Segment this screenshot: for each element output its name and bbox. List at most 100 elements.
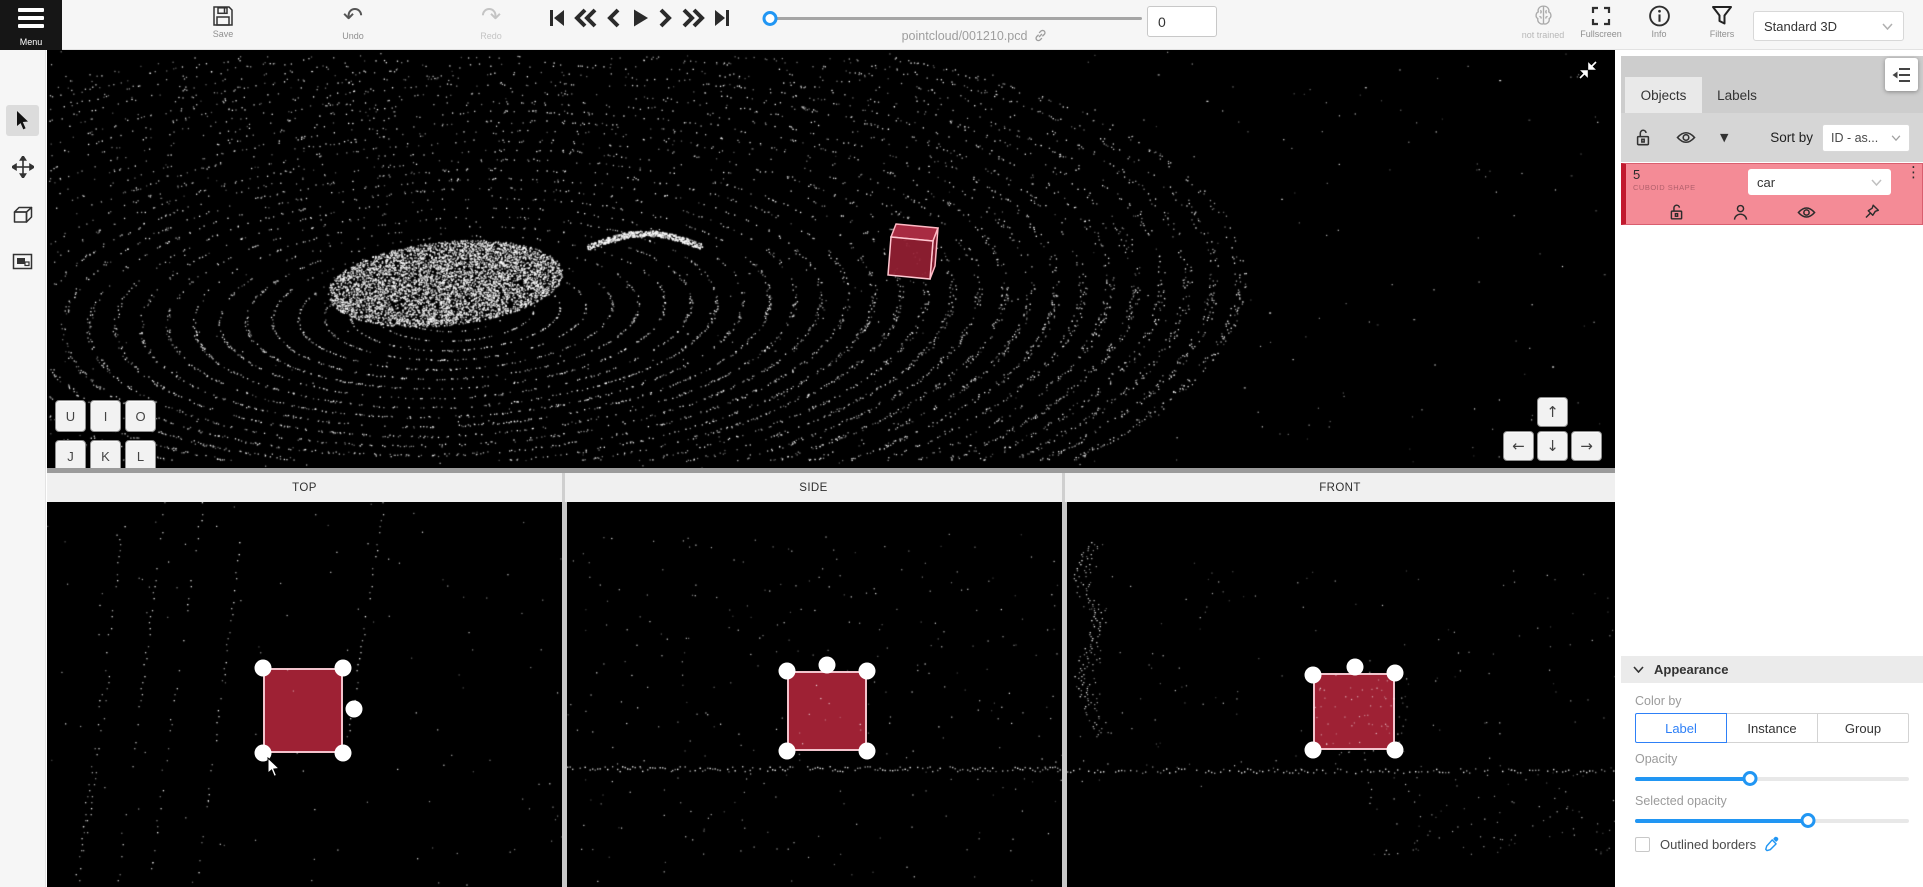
tab-labels[interactable]: Labels <box>1706 77 1768 113</box>
resize-handle[interactable] <box>335 745 352 762</box>
object-card[interactable]: 5 CUBOID SHAPE car ⋮ <box>1621 163 1923 225</box>
resize-handle[interactable] <box>819 657 836 674</box>
color-by-option-label[interactable]: Label <box>1635 713 1727 743</box>
visibility-all-button[interactable] <box>1676 130 1696 145</box>
cuboid-3d-annotation[interactable] <box>47 50 1615 468</box>
resize-handle[interactable] <box>779 743 796 760</box>
main-3d-view[interactable]: U I O J K L ↑ ← ↓ → <box>47 50 1615 468</box>
fullscreen-button[interactable]: Fullscreen <box>1576 4 1626 39</box>
ai-model-button[interactable]: not trained <box>1516 4 1570 40</box>
front-view-label: FRONT <box>1065 473 1615 502</box>
object-pin-button[interactable] <box>1863 203 1880 221</box>
hotkey-o[interactable]: O <box>125 400 156 432</box>
hotkey-u[interactable]: U <box>55 400 86 432</box>
cuboid-tool-button[interactable] <box>6 199 39 230</box>
selected-opacity-slider[interactable] <box>1635 813 1909 829</box>
object-author-button[interactable] <box>1732 203 1749 221</box>
filters-button[interactable]: Filters <box>1697 4 1747 39</box>
appearance-header[interactable]: Appearance <box>1621 656 1923 683</box>
resize-handle[interactable] <box>335 660 352 677</box>
object-visibility-button[interactable] <box>1797 205 1816 220</box>
prev-frame-icon <box>607 6 621 30</box>
resize-handle[interactable] <box>346 701 363 718</box>
collapse-view-icon[interactable] <box>1577 59 1599 83</box>
hotkey-i[interactable]: I <box>90 400 121 432</box>
link-icon[interactable] <box>1033 28 1048 43</box>
object-lock-button[interactable] <box>1668 203 1685 221</box>
resize-handle[interactable] <box>859 663 876 680</box>
menu-button[interactable]: Menu <box>0 0 62 50</box>
hotkey-k[interactable]: K <box>90 440 121 468</box>
resize-handle[interactable] <box>1387 665 1404 682</box>
pointcloud-filename: pointcloud/001210.pcd <box>902 29 1028 43</box>
object-id: 5 <box>1633 167 1640 182</box>
opacity-slider[interactable] <box>1635 771 1909 787</box>
cursor-icon <box>13 110 32 131</box>
object-menu-button[interactable]: ⋮ <box>1906 168 1916 177</box>
undo-icon: ↶ <box>328 4 378 30</box>
app-window: Menu Save ↶ Undo ↷ Redo <box>0 0 1923 887</box>
move-tool-button[interactable] <box>6 151 39 182</box>
selected-opacity-slider-knob[interactable] <box>1800 813 1815 828</box>
resize-handle[interactable] <box>1347 659 1364 676</box>
info-button[interactable]: Info <box>1637 4 1681 39</box>
frame-slider[interactable] <box>770 10 1142 28</box>
hotkey-l[interactable]: L <box>125 440 156 468</box>
save-icon <box>212 4 234 28</box>
tab-objects[interactable]: Objects <box>1625 77 1702 113</box>
object-class-value: car <box>1757 175 1871 190</box>
resize-handle[interactable] <box>1305 742 1322 759</box>
appearance-title: Appearance <box>1654 662 1728 677</box>
eyedropper-icon[interactable] <box>1764 836 1780 852</box>
hotkey-j[interactable]: J <box>55 440 86 468</box>
play-button[interactable] <box>630 6 649 33</box>
select-tool-button[interactable] <box>6 105 39 136</box>
view-mode-value: Standard 3D <box>1764 19 1882 34</box>
expand-all-toggle[interactable]: ▼ <box>1720 131 1728 144</box>
opacity-slider-knob[interactable] <box>1743 771 1758 786</box>
color-by-option-group[interactable]: Group <box>1817 713 1909 743</box>
arrow-right-key[interactable]: → <box>1571 431 1602 461</box>
frame-slider-track[interactable] <box>770 17 1142 20</box>
cuboid-front-view-rect[interactable] <box>1313 673 1395 750</box>
fast-forward-button[interactable] <box>681 6 705 33</box>
frame-number-input[interactable] <box>1147 6 1217 37</box>
color-by-option-instance[interactable]: Instance <box>1726 713 1818 743</box>
arrow-left-key[interactable]: ← <box>1503 431 1534 461</box>
fast-backward-button[interactable] <box>574 6 598 33</box>
filters-icon <box>1711 4 1733 28</box>
resize-handle[interactable] <box>779 663 796 680</box>
save-label: Save <box>213 29 234 39</box>
top-ortho-view[interactable] <box>47 502 562 887</box>
prev-frame-button[interactable] <box>607 6 621 33</box>
side-ortho-view[interactable] <box>567 502 1062 887</box>
hamburger-icon <box>18 8 44 28</box>
outlined-borders-checkbox[interactable] <box>1635 837 1650 852</box>
save-button[interactable]: Save <box>198 4 248 39</box>
resize-handle[interactable] <box>1305 667 1322 684</box>
resize-handle[interactable] <box>859 743 876 760</box>
undo-button[interactable]: ↶ Undo <box>328 4 378 41</box>
arrow-down-key[interactable]: ↓ <box>1537 431 1568 461</box>
resize-handle[interactable] <box>1387 742 1404 759</box>
cuboid-top-view-rect[interactable] <box>263 668 343 753</box>
jump-first-frame-button[interactable] <box>548 6 565 33</box>
redo-button[interactable]: ↷ Redo <box>466 4 516 41</box>
resize-handle[interactable] <box>255 660 272 677</box>
frame-slider-knob[interactable] <box>763 11 778 26</box>
arrow-up-key[interactable]: ↑ <box>1537 397 1568 427</box>
jump-last-frame-button[interactable] <box>714 6 731 33</box>
view-mode-select[interactable]: Standard 3D <box>1753 11 1904 41</box>
sort-order-select[interactable]: ID - as... <box>1822 124 1910 152</box>
object-class-select[interactable]: car <box>1748 169 1891 195</box>
front-ortho-view[interactable] <box>1067 502 1615 887</box>
filename-row: pointcloud/001210.pcd <box>780 28 1170 43</box>
cuboid-side-view-rect[interactable] <box>787 671 867 751</box>
jump-first-icon <box>548 6 565 30</box>
outlined-borders-label: Outlined borders <box>1660 837 1756 852</box>
next-frame-button[interactable] <box>658 6 672 33</box>
lock-all-button[interactable] <box>1634 128 1652 147</box>
collapse-panel-button[interactable] <box>1885 58 1918 91</box>
panel-tabs: Objects Labels <box>1621 56 1923 113</box>
frame-tool-button[interactable] <box>6 246 39 277</box>
